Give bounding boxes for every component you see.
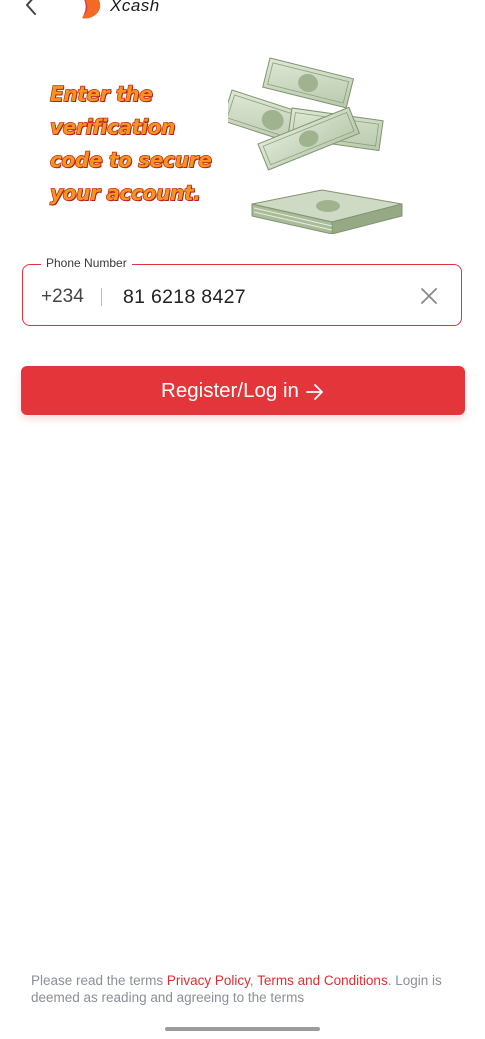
banner-line: code to secure — [49, 147, 212, 172]
clear-input-button[interactable] — [418, 285, 440, 307]
home-indicator[interactable] — [165, 1027, 320, 1031]
arrow-right-icon — [305, 381, 325, 401]
terms-notice: Please read the terms Privacy Policy, Te… — [31, 972, 471, 1006]
register-login-button[interactable]: Register/Log in — [21, 366, 465, 415]
top-bar: Xcash — [0, 0, 485, 22]
app-name: Xcash — [110, 0, 160, 15]
banner-line: verification — [49, 114, 176, 139]
terms-prefix: Please read the terms — [31, 973, 167, 988]
chevron-left-icon — [26, 0, 36, 15]
register-login-label: Register/Log in — [161, 378, 299, 402]
back-button[interactable] — [20, 0, 44, 20]
close-icon — [421, 288, 437, 304]
terms-and-conditions-link[interactable]: Terms and Conditions — [257, 973, 388, 988]
banner-text: Enter the verification code to secure yo… — [49, 78, 250, 210]
privacy-policy-link[interactable]: Privacy Policy — [167, 973, 250, 988]
xcash-logo — [76, 0, 106, 22]
phone-number-label: Phone Number — [41, 256, 132, 270]
divider — [101, 288, 102, 306]
phone-number-field[interactable]: Phone Number +234 81 6218 8427 — [22, 256, 462, 326]
banner-line: Enter the — [49, 81, 153, 106]
banner-line: your account. — [49, 180, 201, 205]
phone-number-input[interactable]: 81 6218 8427 — [123, 286, 246, 309]
country-code[interactable]: +234 — [41, 286, 84, 308]
money-illustration — [221, 52, 408, 235]
